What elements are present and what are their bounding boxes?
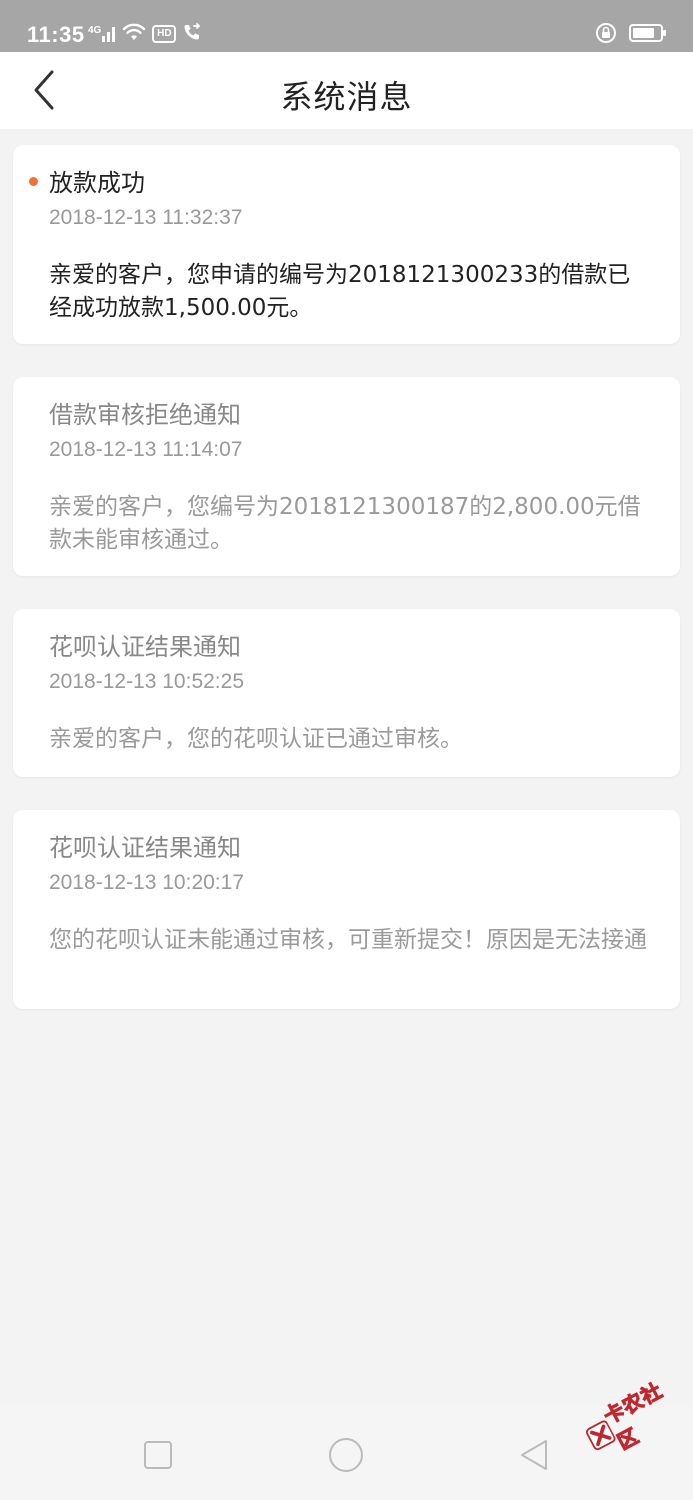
message-title: 借款审核拒绝通知 [49,401,241,429]
header: 系统消息 [0,52,693,129]
page-title: 系统消息 [280,78,413,116]
battery-icon [629,23,667,47]
status-time: 11:35 [27,22,85,47]
message-title: 花呗认证结果通知 [49,834,241,862]
message-time: 2018-12-13 10:52:25 [49,670,244,693]
status-icons-right [595,22,667,48]
hd-voice-icon: HD [152,25,177,43]
message-time: 2018-12-13 11:32:37 [49,206,243,229]
home-button[interactable] [326,1435,366,1475]
message-title: 花呗认证结果通知 [49,633,241,661]
wifi-icon [122,23,146,45]
message-list: 放款成功 2018-12-13 11:32:37 亲爱的客户，您申请的编号为20… [13,145,680,1042]
call-forward-icon [182,22,202,46]
message-card[interactable]: 放款成功 2018-12-13 11:32:37 亲爱的客户，您申请的编号为20… [13,145,680,344]
message-title: 放款成功 [49,169,145,197]
message-time: 2018-12-13 10:20:17 [49,871,244,894]
message-card[interactable]: 借款审核拒绝通知 2018-12-13 11:14:07 亲爱的客户，您编号为2… [13,377,680,576]
message-time: 2018-12-13 11:14:07 [49,438,243,461]
unread-dot [29,177,38,186]
hd-label: HD [157,28,172,39]
rotation-lock-icon [595,22,617,48]
back-nav-button[interactable] [514,1435,554,1475]
network-type-label: 4G [88,25,102,36]
message-body: 亲爱的客户，您申请的编号为2018121300233的借款已经成功放款1,500… [49,262,631,321]
message-card[interactable]: 花呗认证结果通知 2018-12-13 10:52:25 亲爱的客户，您的花呗认… [13,609,680,777]
recents-button[interactable] [138,1435,178,1475]
cellular-signal-icon: 4G [88,26,116,42]
message-body: 亲爱的客户，您的花呗认证已通过审核。 [49,726,463,752]
status-icons-left: 4G HD [88,22,202,46]
status-bar: 11:35 4G HD [0,0,693,52]
message-body: 您的花呗认证未能通过审核，可重新提交！原因是无法接通 [49,927,647,953]
message-body: 亲爱的客户，您编号为2018121300187的2,800.00元借款未能审核通… [49,494,641,553]
square-icon [144,1441,172,1469]
circle-icon [329,1438,363,1472]
message-card[interactable]: 花呗认证结果通知 2018-12-13 10:20:17 您的花呗认证未能通过审… [13,810,680,1009]
triangle-back-icon [521,1440,547,1470]
